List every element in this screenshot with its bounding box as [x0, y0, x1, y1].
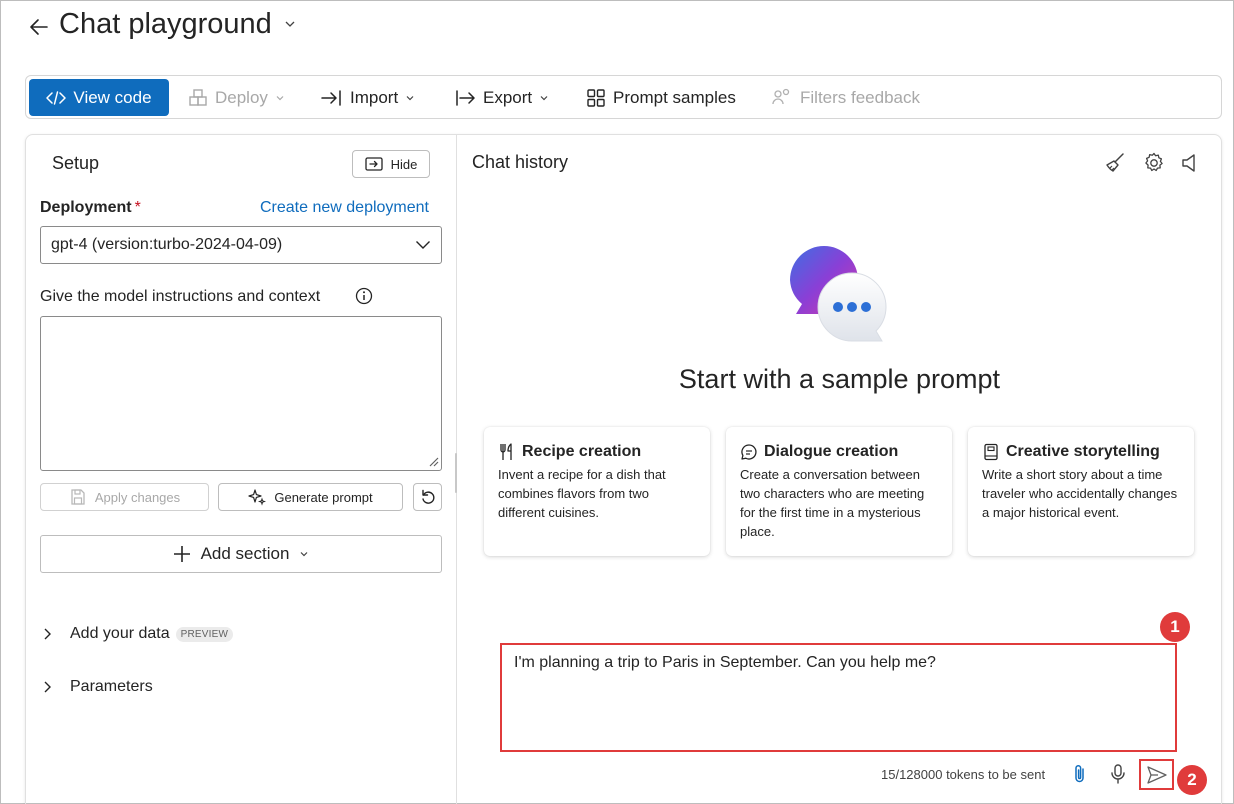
- export-icon: [456, 89, 475, 106]
- grid-icon: [587, 88, 605, 107]
- sample-prompt-heading: Start with a sample prompt: [678, 364, 1001, 394]
- settings-button[interactable]: [1142, 151, 1166, 175]
- deploy-button[interactable]: Deploy: [188, 79, 285, 116]
- people-feedback-icon: [772, 88, 790, 104]
- card-title: Dialogue creation: [764, 443, 899, 460]
- parameters-label: Parameters: [70, 678, 153, 695]
- toolbar: View code Deploy Import Export Prompt sa…: [25, 75, 1222, 119]
- chevron-down-icon: [540, 95, 548, 100]
- microphone-button[interactable]: [1108, 763, 1128, 785]
- reset-button[interactable]: [413, 483, 442, 511]
- hide-label: Hide: [390, 156, 418, 172]
- chevron-right-icon: [44, 628, 51, 640]
- instructions-label: Give the model instructions and context: [40, 288, 321, 305]
- card-body: Create a conversation between two charac…: [740, 467, 925, 539]
- send-icon: [1146, 765, 1167, 784]
- sample-card-dialogue[interactable]: Dialogue creation Create a conversation …: [726, 427, 952, 556]
- view-code-button[interactable]: View code: [29, 79, 169, 116]
- chat-bubbles-logo: [788, 243, 890, 343]
- card-title: Creative storytelling: [1006, 443, 1160, 460]
- card-body: Write a short story about a time travele…: [982, 467, 1178, 520]
- import-label: Import: [350, 87, 399, 107]
- title-chevron-down-icon[interactable]: [284, 18, 296, 30]
- collapse-panel-icon: [364, 157, 383, 171]
- send-button[interactable]: [1139, 759, 1174, 790]
- speaker-button[interactable]: [1179, 151, 1201, 175]
- required-mark: *: [134, 199, 141, 216]
- parameters-accordion[interactable]: Parameters: [42, 678, 153, 696]
- attach-button[interactable]: [1071, 763, 1089, 785]
- arrow-left-icon: [30, 19, 48, 35]
- undo-icon: [421, 489, 434, 504]
- apply-changes-label: Apply changes: [94, 489, 181, 505]
- apply-changes-button[interactable]: Apply changes: [40, 483, 209, 511]
- preview-badge: PREVIEW: [175, 626, 234, 642]
- chevron-right-icon: [44, 681, 51, 693]
- chevron-down-icon: [300, 552, 308, 557]
- resize-grip[interactable]: [453, 452, 459, 494]
- card-title: Recipe creation: [522, 443, 642, 460]
- deployment-select[interactable]: gpt-4 (version:turbo-2024-04-09): [40, 226, 442, 264]
- speaker-icon: [1182, 154, 1195, 172]
- prompt-samples-label: Prompt samples: [613, 87, 736, 107]
- export-button[interactable]: Export: [454, 79, 549, 116]
- resize-handle-icon[interactable]: [429, 457, 439, 467]
- annotation-marker-2: 2: [1177, 765, 1207, 795]
- deployment-label-text: Deployment: [40, 199, 132, 216]
- view-code-label: View code: [73, 87, 152, 107]
- generate-prompt-label: Generate prompt: [274, 489, 373, 505]
- paperclip-icon: [1075, 764, 1084, 783]
- annotation-marker-1: 1: [1160, 612, 1190, 642]
- import-icon: [321, 89, 341, 106]
- instructions-textarea[interactable]: [40, 316, 442, 471]
- clear-chat-button[interactable]: [1104, 151, 1128, 175]
- microphone-icon: [1111, 764, 1125, 784]
- add-section-button[interactable]: Add section: [40, 535, 442, 573]
- add-your-data-accordion[interactable]: Add your data PREVIEW: [42, 625, 234, 643]
- info-icon[interactable]: [355, 287, 373, 305]
- hide-button[interactable]: Hide: [352, 150, 430, 178]
- add-your-data-label: Add your data: [70, 625, 170, 642]
- setup-title: Setup: [52, 153, 100, 173]
- deploy-label: Deploy: [215, 87, 268, 107]
- export-label: Export: [483, 87, 533, 107]
- chevron-down-icon: [276, 95, 284, 100]
- prompt-samples-button[interactable]: Prompt samples: [586, 79, 736, 116]
- filters-feedback-button[interactable]: Filters feedback: [771, 79, 920, 116]
- card-body: Invent a recipe for a dish that combines…: [498, 467, 666, 520]
- deployment-label: Deployment *: [40, 199, 141, 217]
- import-button[interactable]: Import: [321, 79, 415, 116]
- token-count: 15/128000 tokens to be sent: [881, 767, 1046, 782]
- create-deployment-link[interactable]: Create new deployment: [260, 199, 429, 217]
- book-icon: [984, 443, 998, 461]
- chat-input[interactable]: I'm planning a trip to Paris in Septembe…: [500, 643, 1177, 752]
- chevron-down-icon: [416, 241, 430, 249]
- broom-icon: [1106, 153, 1124, 172]
- sample-card-storytelling[interactable]: Creative storytelling Write a short stor…: [968, 427, 1194, 556]
- generate-prompt-button[interactable]: Generate prompt: [218, 483, 403, 511]
- sparkle-icon: [248, 489, 267, 506]
- cube-icon: [189, 88, 207, 106]
- page-title: Chat playground: [59, 8, 272, 40]
- utensils-icon: [500, 443, 512, 460]
- save-icon: [71, 489, 85, 505]
- filters-feedback-label: Filters feedback: [800, 87, 920, 107]
- back-button[interactable]: [27, 15, 51, 39]
- chat-bubble-icon: [741, 444, 757, 460]
- chevron-down-icon: [406, 95, 414, 100]
- gear-icon: [1145, 152, 1163, 172]
- code-icon: [46, 90, 67, 105]
- deployment-value: gpt-4 (version:turbo-2024-04-09): [51, 236, 283, 253]
- plus-icon: [173, 546, 190, 562]
- add-section-label: Add section: [200, 544, 290, 563]
- sample-card-recipe[interactable]: Recipe creation Invent a recipe for a di…: [484, 427, 710, 556]
- chat-history-title: Chat history: [472, 152, 569, 172]
